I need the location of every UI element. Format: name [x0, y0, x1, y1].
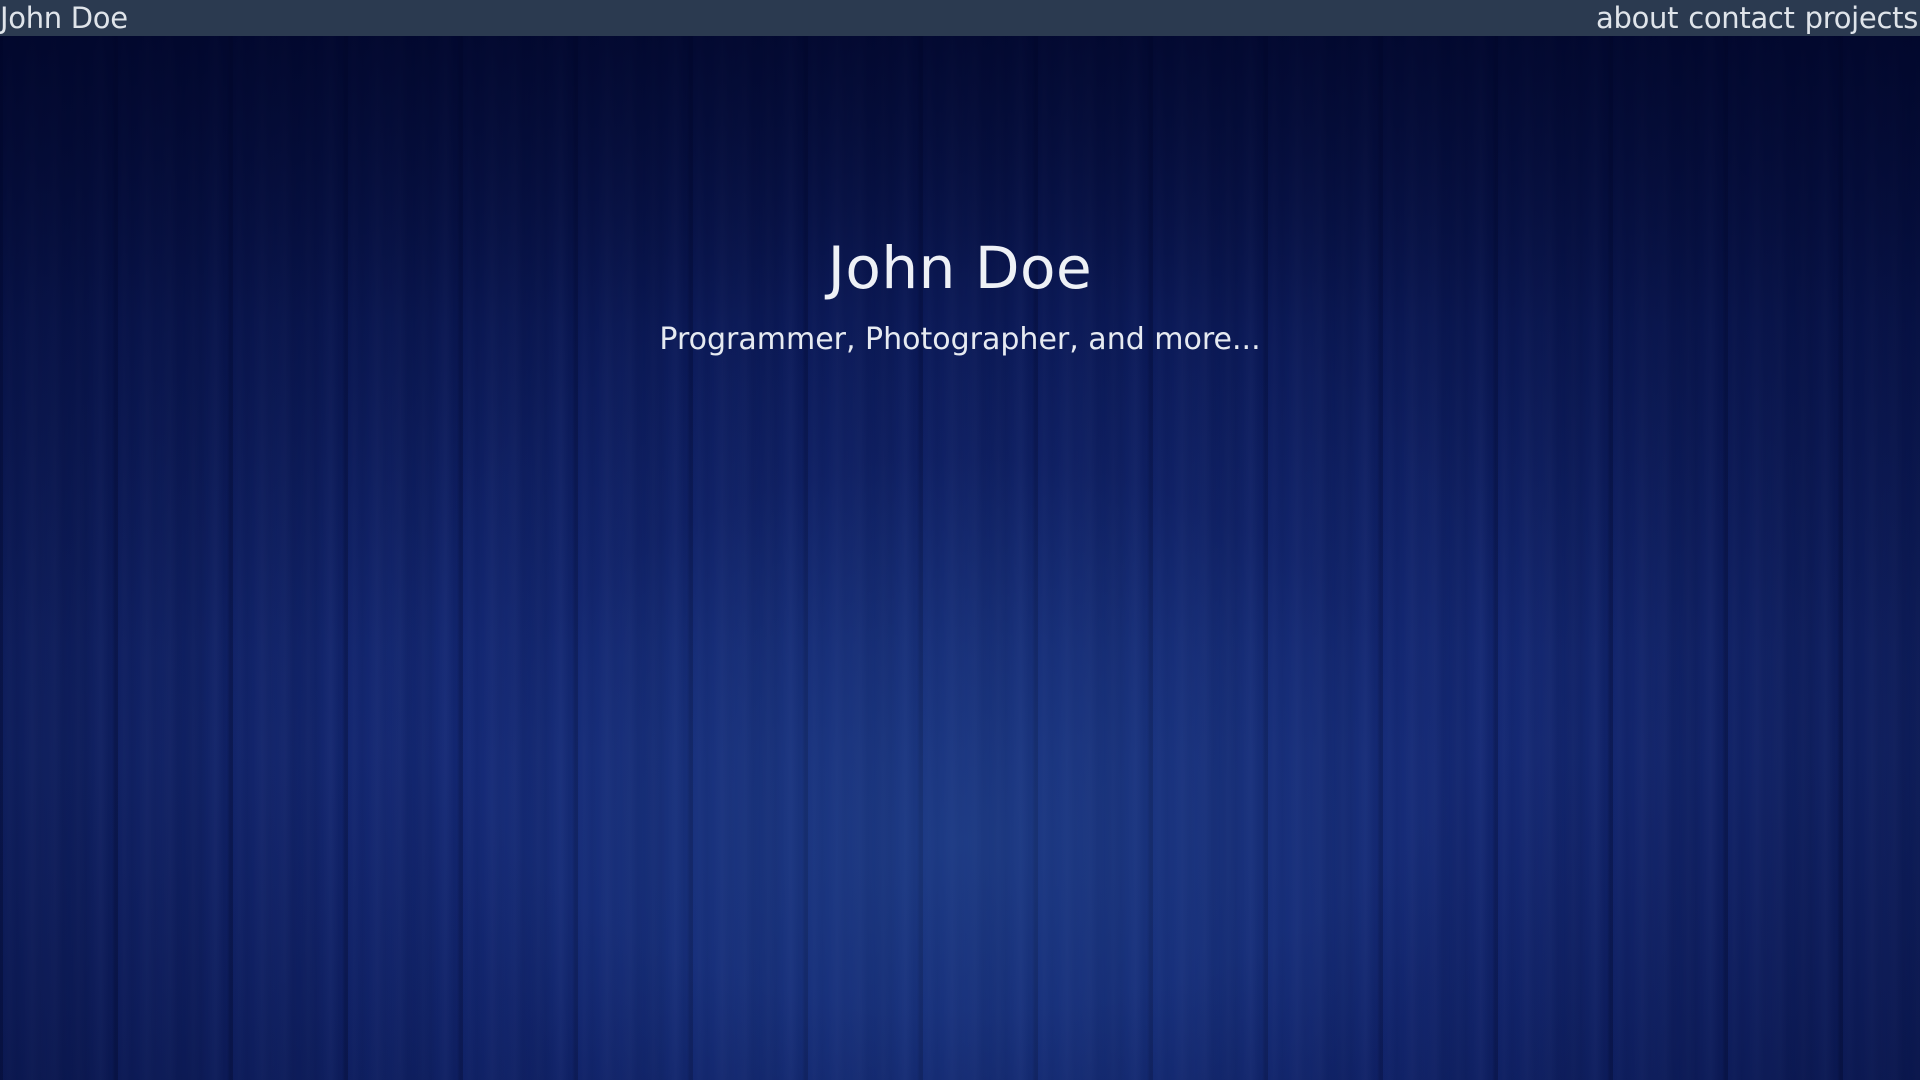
brand-link[interactable]: John Doe — [0, 0, 128, 36]
nav-link-contact[interactable]: contact — [1688, 0, 1795, 36]
nav-link-about[interactable]: about — [1596, 0, 1678, 36]
hero-background — [0, 0, 1920, 1080]
main-nav: about contact projects — [1596, 0, 1920, 36]
hero-headline: John Doe Programmer, Photographer, and m… — [0, 232, 1920, 360]
top-navbar: John Doe about contact projects — [0, 0, 1920, 36]
nav-link-projects[interactable]: projects — [1805, 0, 1919, 36]
hero-title: John Doe — [827, 234, 1093, 302]
hero-subtitle: Programmer, Photographer, and more... — [659, 322, 1261, 357]
